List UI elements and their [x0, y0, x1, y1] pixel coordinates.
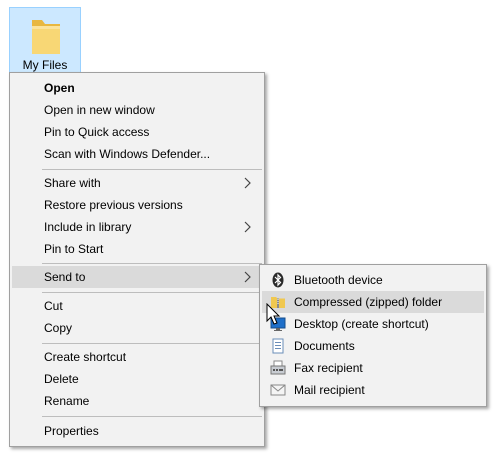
menu-item-share-with[interactable]: Share with — [12, 172, 262, 194]
menu-item-create-shortcut[interactable]: Create shortcut — [12, 346, 262, 368]
send-to-fax[interactable]: Fax recipient — [262, 357, 484, 379]
send-to-compressed-folder[interactable]: Compressed (zipped) folder — [262, 291, 484, 313]
menu-item-pin-quick-access[interactable]: Pin to Quick access — [12, 121, 262, 143]
menu-item-send-to[interactable]: Send to — [12, 266, 262, 288]
mail-icon — [270, 384, 286, 396]
mouse-cursor-icon — [266, 303, 281, 325]
send-to-mail[interactable]: Mail recipient — [262, 379, 484, 401]
fax-icon — [270, 360, 286, 375]
send-to-documents[interactable]: Documents — [262, 335, 484, 357]
menu-item-open[interactable]: Open — [12, 77, 262, 99]
send-to-label: Documents — [294, 339, 355, 353]
menu-separator — [42, 169, 262, 170]
menu-item-scan-defender[interactable]: Scan with Windows Defender... — [12, 143, 262, 165]
menu-item-pin-start[interactable]: Pin to Start — [12, 238, 262, 260]
menu-item-include-library[interactable]: Include in library — [12, 216, 262, 238]
menu-item-copy[interactable]: Copy — [12, 317, 262, 339]
menu-item-rename[interactable]: Rename — [12, 390, 262, 412]
desktop-folder-my-files[interactable]: My Files — [9, 7, 81, 75]
menu-item-open-new-window[interactable]: Open in new window — [12, 99, 262, 121]
bluetooth-icon — [272, 272, 284, 288]
context-menu: Open Open in new window Pin to Quick acc… — [9, 72, 265, 447]
send-to-label: Desktop (create shortcut) — [294, 317, 429, 331]
menu-item-label: Include in library — [44, 220, 132, 234]
send-to-submenu: Bluetooth device Compressed (zipped) fol… — [259, 264, 487, 407]
send-to-label: Fax recipient — [294, 361, 363, 375]
chevron-right-icon — [244, 271, 251, 283]
send-to-label: Compressed (zipped) folder — [294, 295, 443, 309]
menu-item-cut[interactable]: Cut — [12, 295, 262, 317]
menu-separator — [42, 343, 262, 344]
menu-separator — [42, 292, 262, 293]
folder-icon — [32, 20, 60, 54]
menu-separator — [42, 416, 262, 417]
send-to-bluetooth[interactable]: Bluetooth device — [262, 269, 484, 291]
menu-item-label: Share with — [44, 176, 101, 190]
menu-item-label: Send to — [44, 270, 86, 284]
menu-item-delete[interactable]: Delete — [12, 368, 262, 390]
chevron-right-icon — [244, 177, 251, 189]
send-to-label: Bluetooth device — [294, 273, 383, 287]
send-to-desktop[interactable]: Desktop (create shortcut) — [262, 313, 484, 335]
menu-item-restore-versions[interactable]: Restore previous versions — [12, 194, 262, 216]
menu-separator — [42, 263, 262, 264]
folder-label: My Files — [22, 58, 68, 72]
documents-icon — [272, 338, 284, 354]
chevron-right-icon — [244, 221, 251, 233]
send-to-label: Mail recipient — [294, 383, 365, 397]
menu-item-properties[interactable]: Properties — [12, 420, 262, 442]
